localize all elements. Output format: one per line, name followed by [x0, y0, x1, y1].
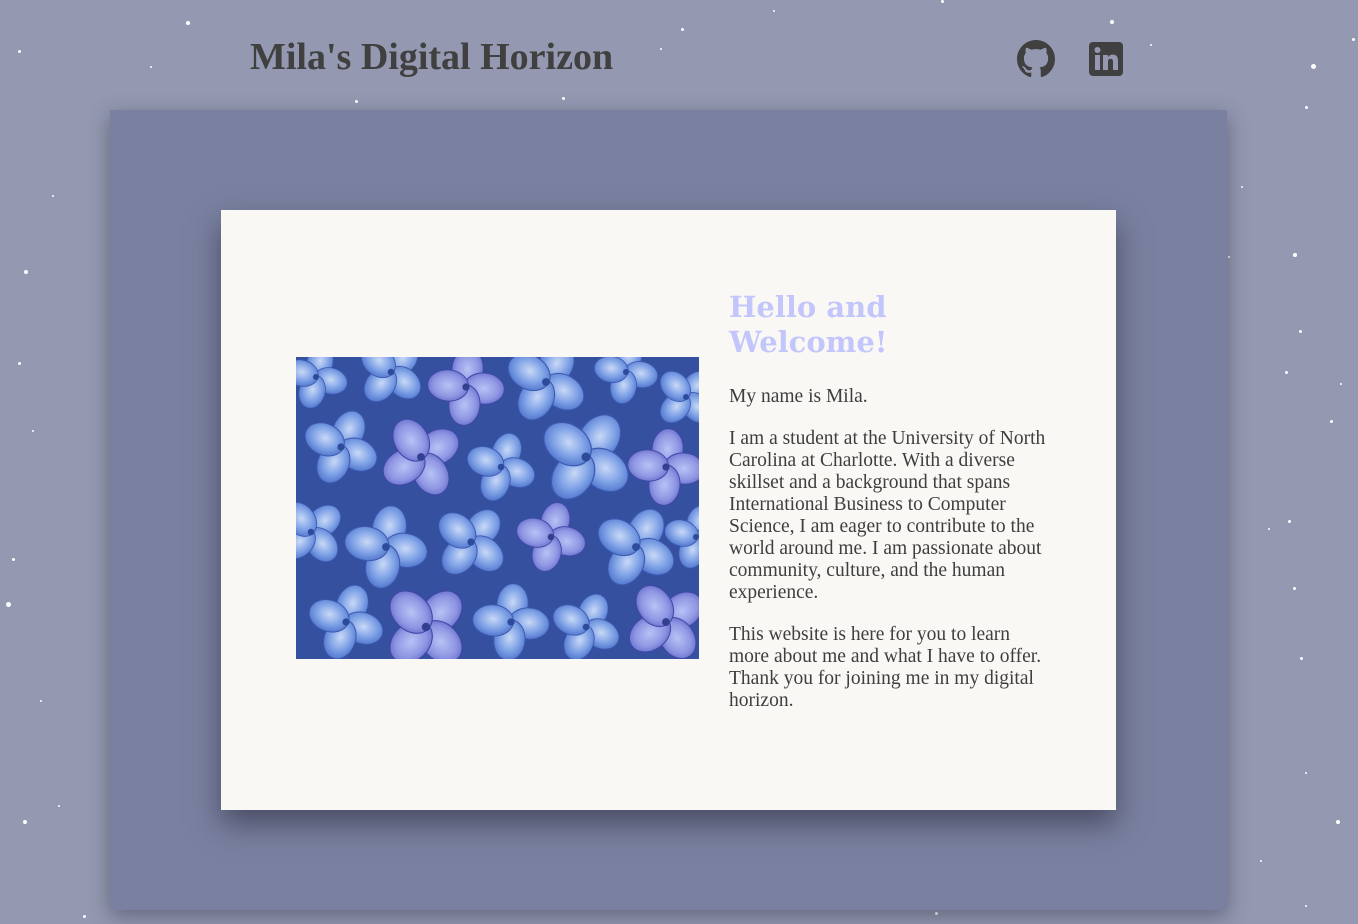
content-panel: Hello and Welcome! My name is Mila. I am… [110, 110, 1227, 910]
intro-text: Hello and Welcome! My name is Mila. I am… [729, 290, 1049, 732]
linkedin-icon [1087, 40, 1125, 78]
welcome-card: Hello and Welcome! My name is Mila. I am… [221, 210, 1116, 810]
site-header: Mila's Digital Horizon [0, 0, 1358, 110]
github-link[interactable] [1017, 40, 1055, 78]
intro-paragraph-purpose: This website is here for you to learn mo… [729, 624, 1042, 711]
site-title: Mila's Digital Horizon [250, 36, 614, 78]
github-icon [1017, 40, 1055, 78]
welcome-heading-line1: Hello and [729, 290, 887, 324]
intro-paragraph-name: My name is Mila. [729, 386, 868, 407]
welcome-heading-line2: Welcome! [729, 325, 888, 359]
welcome-heading: Hello and Welcome! [729, 290, 1049, 360]
linkedin-link[interactable] [1087, 40, 1125, 78]
intro-paragraph-background: I am a student at the University of Nort… [729, 428, 1046, 603]
hydrangea-flowers-image [296, 357, 699, 659]
